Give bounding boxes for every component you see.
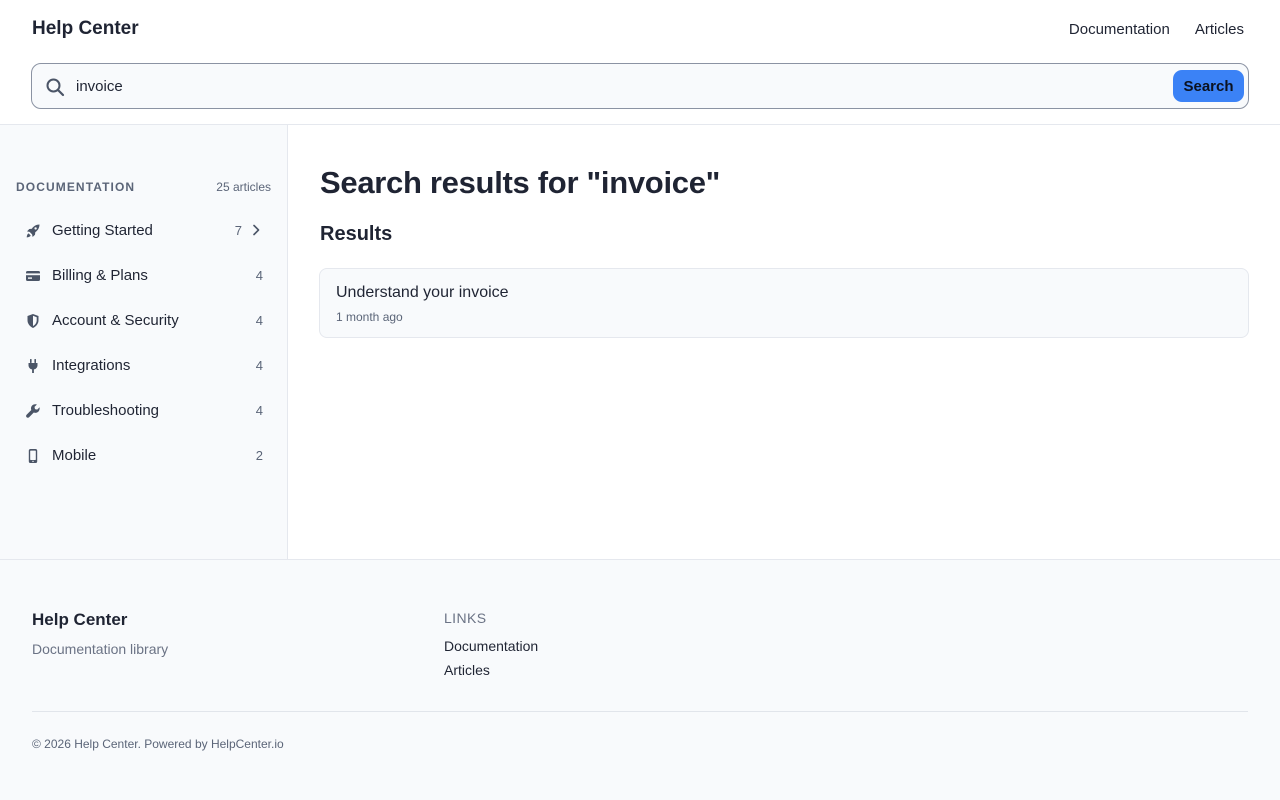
mobile-icon (28, 449, 38, 463)
sidebar-item-count: 7 (234, 223, 242, 238)
nav-link-articles[interactable]: Articles (1195, 21, 1244, 38)
top-nav: Documentation Articles (1069, 21, 1244, 38)
sidebar: DOCUMENTATION 25 articles Getting Starte… (0, 125, 288, 559)
sidebar-item-count: 4 (255, 358, 263, 373)
footer-brand: Help Center (32, 610, 128, 629)
results-heading: Results (320, 223, 393, 245)
sidebar-item-billing-plans[interactable]: Billing & Plans 4 (16, 253, 271, 298)
sidebar-item-count: 4 (255, 403, 263, 418)
sidebar-item-count: 4 (255, 313, 263, 328)
sidebar-item-integrations[interactable]: Integrations 4 (16, 343, 271, 388)
search-result-card[interactable]: Understand your invoice 1 month ago (319, 268, 1249, 338)
rocket-icon (26, 224, 40, 238)
sidebar-list: Getting Started 7 Billing & Plans 4 Acco… (16, 208, 271, 478)
search-icon (46, 78, 65, 97)
sidebar-item-label: Account & Security (52, 312, 179, 329)
sidebar-item-account-security[interactable]: Account & Security 4 (16, 298, 271, 343)
footer-tagline: Documentation library (32, 641, 169, 657)
footer-links: Documentation Articles (444, 637, 538, 679)
sidebar-item-count: 4 (255, 268, 263, 283)
sidebar-item-troubleshooting[interactable]: Troubleshooting 4 (16, 388, 271, 433)
chevron-right-icon (253, 224, 260, 236)
sidebar-item-label: Integrations (52, 357, 131, 374)
main-content: Search results for "invoice" Results Und… (288, 125, 1280, 559)
page-title: Search results for "invoice" (320, 165, 721, 200)
result-title[interactable]: Understand your invoice (336, 284, 509, 302)
sidebar-item-getting-started[interactable]: Getting Started 7 (16, 208, 271, 253)
footer-links-title: LINKS (444, 610, 487, 626)
sidebar-item-count: 2 (255, 448, 263, 463)
sidebar-item-label: Getting Started (52, 222, 153, 239)
sidebar-item-label: Billing & Plans (52, 267, 148, 284)
sidebar-item-mobile[interactable]: Mobile 2 (16, 433, 271, 478)
brand-logo[interactable]: Help Center (32, 18, 139, 40)
site-footer: Help Center Documentation library LINKS … (0, 559, 1280, 800)
article-count: 25 articles (216, 180, 271, 194)
search-button[interactable]: Search (1173, 70, 1244, 102)
footer-link-articles[interactable]: Articles (444, 661, 538, 679)
sidebar-item-label: Mobile (52, 447, 97, 464)
footer-divider (32, 711, 1248, 712)
footer-link-documentation[interactable]: Documentation (444, 637, 538, 655)
site-header: Help Center Documentation Articles Searc… (0, 0, 1280, 125)
credit-card-icon (26, 271, 40, 281)
nav-link-documentation[interactable]: Documentation (1069, 21, 1170, 38)
sidebar-item-label: Troubleshooting (52, 402, 160, 419)
plug-icon (28, 359, 38, 373)
footer-copyright: © 2026 Help Center. Powered by HelpCente… (32, 737, 284, 751)
sidebar-title: DOCUMENTATION (16, 180, 136, 194)
search-bar: Search (31, 63, 1249, 109)
result-timestamp: 1 month ago (336, 310, 403, 324)
search-input[interactable] (76, 70, 1156, 102)
shield-icon (27, 314, 39, 328)
sidebar-header: DOCUMENTATION 25 articles (16, 180, 271, 194)
wrench-icon (26, 404, 40, 418)
